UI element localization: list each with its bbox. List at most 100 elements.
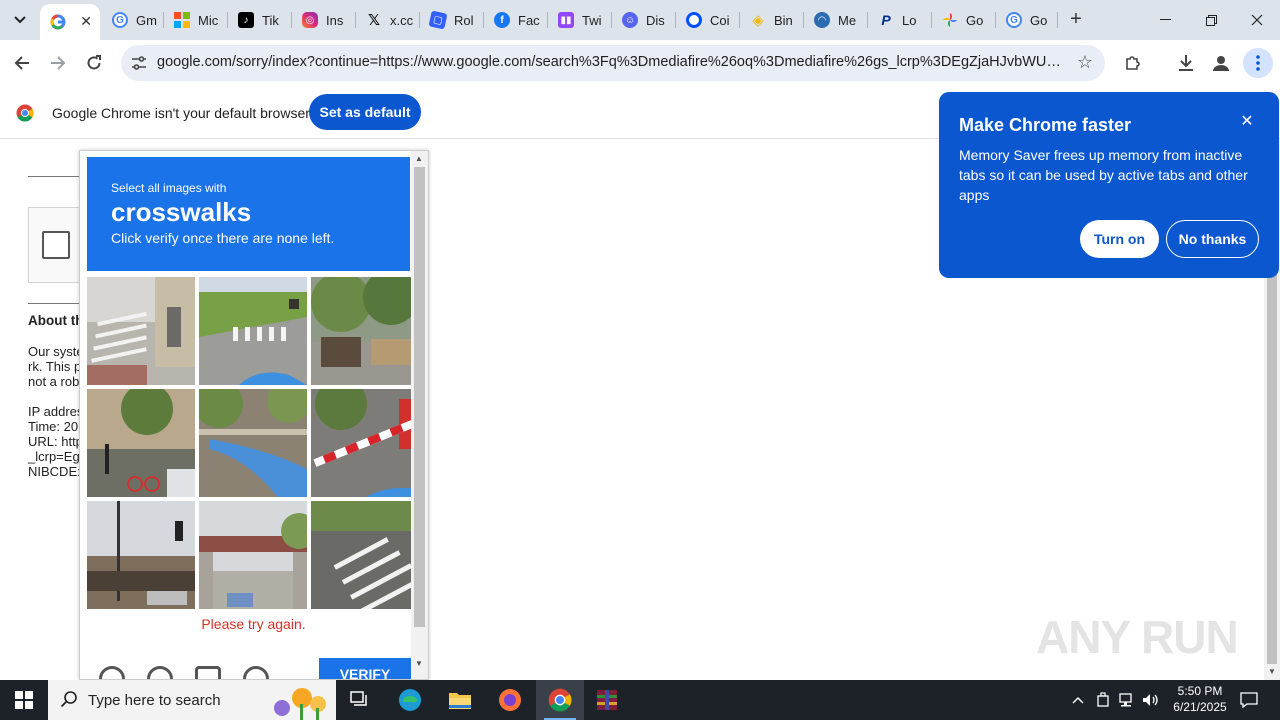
tab-x[interactable]: 𝕏 x.cc	[356, 0, 420, 40]
site-info-icon[interactable]	[129, 53, 149, 73]
captcha-error-message: Please try again.	[201, 616, 306, 632]
task-view-button[interactable]	[336, 680, 384, 720]
memory-saver-promo: Make Chrome faster ✕ Memory Saver frees …	[939, 92, 1279, 278]
tab-microsoft[interactable]: Mic	[164, 0, 228, 40]
close-window-button[interactable]	[1234, 0, 1280, 40]
tab-title: Rol	[454, 12, 474, 28]
infobar-message: Google Chrome isn't your default browser	[52, 105, 310, 121]
tab-roblox[interactable]: ▢ Rol	[420, 0, 484, 40]
firefox-icon	[499, 689, 521, 711]
roblox-icon: ▢	[428, 10, 448, 30]
promo-body: Memory Saver frees up memory from inacti…	[959, 147, 1248, 203]
captcha-tile[interactable]	[311, 389, 419, 497]
tab-twitch[interactable]: ▮▮ Twi	[548, 0, 612, 40]
extensions-button[interactable]	[1120, 50, 1146, 76]
speaker-icon	[1143, 694, 1158, 706]
captcha-challenge: Select all images with crosswalks Click …	[79, 150, 429, 680]
close-icon[interactable]: ✕	[1237, 112, 1257, 132]
time-line: Time: 20	[28, 419, 79, 434]
scroll-down-icon[interactable]: ▼	[415, 659, 423, 668]
reload-challenge-icon[interactable]	[99, 666, 125, 679]
taskbar-edge[interactable]	[386, 680, 434, 720]
downloads-button[interactable]	[1173, 50, 1199, 76]
tab-facebook[interactable]: f Fac	[484, 0, 548, 40]
scroll-down-icon[interactable]: ▼	[1268, 667, 1276, 676]
tab-discord[interactable]: ☺ Dis	[612, 0, 676, 40]
captcha-scrollbar[interactable]: ▲ ▼	[411, 151, 428, 679]
tab-tiktok[interactable]: ♪ Tik	[228, 0, 292, 40]
tab-title: Tik	[262, 12, 279, 28]
three-dots-vertical-icon	[1256, 55, 1260, 71]
discord-icon: ☺	[622, 12, 638, 28]
show-hidden-icons[interactable]	[1068, 680, 1088, 720]
captcha-tile[interactable]	[311, 501, 419, 609]
taskbar-clock[interactable]: 5:50 PM 6/21/2025	[1160, 683, 1240, 715]
tab-binance[interactable]: ◈ Bin	[740, 0, 804, 40]
captcha-image-grid	[87, 277, 419, 609]
no-thanks-button[interactable]: No thanks	[1166, 220, 1259, 258]
tab-title: Coi	[710, 12, 730, 28]
captcha-tile[interactable]	[311, 277, 419, 385]
restore-button[interactable]	[1188, 0, 1234, 40]
minimize-button[interactable]	[1142, 0, 1188, 40]
scroll-up-icon[interactable]: ▲	[415, 154, 423, 163]
information-icon[interactable]	[195, 666, 221, 679]
windows-logo-icon	[15, 691, 33, 709]
device-tray-icon[interactable]	[1092, 680, 1114, 720]
google-g-icon: G	[1006, 12, 1022, 28]
chevron-down-icon	[14, 16, 26, 24]
audio-challenge-icon[interactable]	[147, 666, 173, 679]
captcha-tile[interactable]	[87, 389, 195, 497]
tab-search-button[interactable]	[6, 7, 34, 33]
tab-active[interactable]: ✕	[40, 4, 100, 40]
network-tray-icon[interactable]	[1116, 680, 1138, 720]
tab-google-photos[interactable]: Go	[932, 0, 996, 40]
taskbar-file-explorer[interactable]	[436, 680, 484, 720]
tab-instagram[interactable]: ◎ Ins	[292, 0, 356, 40]
tab-title: Me	[838, 12, 857, 28]
chrome-menu-button[interactable]	[1243, 48, 1273, 78]
close-tab-icon[interactable]: ✕	[80, 13, 92, 30]
clock-time: 5:50 PM	[1177, 684, 1223, 698]
notifications-button[interactable]	[1234, 680, 1264, 720]
tab-coinbase[interactable]: Coi	[676, 0, 740, 40]
tab-gmail[interactable]: G Gm	[102, 0, 164, 40]
captcha-tile[interactable]	[87, 277, 195, 385]
url-text[interactable]: google.com/sorry/index?continue=https://…	[157, 54, 1061, 70]
captcha-tile[interactable]	[199, 501, 307, 609]
tab-metamask[interactable]: ◠ Me	[804, 0, 868, 40]
arrow-right-icon	[51, 56, 66, 70]
facebook-icon: f	[494, 12, 510, 28]
captcha-tile[interactable]	[87, 501, 195, 609]
volume-tray-icon[interactable]	[1140, 680, 1162, 720]
captcha-footer: VERIFY	[87, 656, 417, 679]
taskbar-chrome[interactable]	[536, 680, 584, 720]
tab-google[interactable]: G Go	[996, 0, 1058, 40]
captcha-tile[interactable]	[199, 389, 307, 497]
forward-button[interactable]	[44, 49, 72, 77]
tab-title: Gm	[136, 12, 157, 28]
bookmark-star-icon[interactable]: ☆	[1077, 52, 1093, 73]
captcha-instructions: Select all images with crosswalks Click …	[87, 157, 410, 271]
captcha-tile[interactable]	[199, 277, 307, 385]
scrollbar-thumb[interactable]	[414, 167, 425, 627]
tab-title: Go	[1030, 12, 1048, 28]
back-button[interactable]	[8, 49, 36, 77]
recaptcha-checkbox[interactable]	[42, 231, 70, 259]
new-tab-button[interactable]: +	[1064, 8, 1088, 32]
start-button[interactable]	[0, 680, 48, 720]
tab-title: Dis	[646, 12, 665, 28]
help-icon[interactable]	[243, 666, 269, 679]
edge-icon	[399, 689, 421, 711]
taskbar-firefox[interactable]	[486, 680, 534, 720]
taskbar-winrar[interactable]	[584, 680, 632, 720]
microsoft-icon	[174, 12, 190, 28]
taskbar-search-box[interactable]: Type here to search	[48, 680, 336, 720]
turn-on-button[interactable]: Turn on	[1080, 220, 1159, 258]
profile-button[interactable]	[1208, 50, 1234, 76]
reload-button[interactable]	[80, 49, 108, 77]
verify-button[interactable]: VERIFY	[319, 658, 411, 679]
address-bar[interactable]: google.com/sorry/index?continue=https://…	[121, 45, 1105, 81]
set-as-default-button[interactable]: Set as default	[309, 94, 421, 130]
tab-paypal[interactable]: P Lo	[868, 0, 932, 40]
